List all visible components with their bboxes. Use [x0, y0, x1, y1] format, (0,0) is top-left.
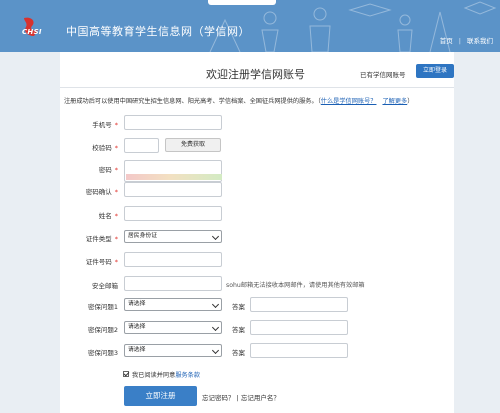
chevron-down-icon	[211, 232, 220, 241]
question1-label: 密保问题1	[87, 303, 118, 311]
code-label: 校验码 *	[92, 144, 118, 152]
agree-text: 我已阅读并同意	[132, 372, 176, 379]
email-label: 安全邮箱	[92, 282, 118, 290]
email-hint: sohu邮箱无法接收本网邮件，请使用其他有效邮箱	[226, 282, 365, 289]
login-button[interactable]: 立即登录	[416, 64, 454, 78]
agree-terms: 我已阅读并同意服务条款	[123, 370, 200, 379]
id-number-input[interactable]	[124, 252, 222, 267]
answer3-label: 答案	[232, 349, 245, 357]
question2-label: 密保问题2	[87, 326, 118, 334]
home-link[interactable]: 首页	[440, 35, 453, 45]
email-input[interactable]	[124, 276, 222, 291]
password-label: 密码 *	[98, 166, 118, 174]
logo-text: CHSI	[22, 28, 42, 36]
intro-text: 注册成功后可以使用中国研究生招生信息网、阳光高考、学信档案、全国征兵网提供的服务…	[64, 96, 413, 105]
register-button[interactable]: 立即注册	[124, 386, 197, 406]
id-type-label: 证件类型 *	[85, 235, 118, 243]
terms-link[interactable]: 服务条款	[175, 372, 200, 379]
id-type-value: 居民身份证	[128, 233, 157, 239]
get-code-button[interactable]: 免费获取	[165, 138, 221, 152]
answer1-input[interactable]	[250, 297, 348, 312]
phone-label: 手机号 *	[92, 121, 118, 129]
site-title: 中国高等教育学生信息网（学信网）	[66, 25, 250, 38]
chevron-down-icon	[211, 323, 220, 332]
id-number-label: 证件号码 *	[85, 258, 118, 266]
top-links: 首页 | 联系我们	[440, 35, 493, 45]
register-card: 欢迎注册学信网账号 已有学信网账号 立即登录 注册成功后可以使用中国研究生招生信…	[60, 52, 454, 413]
page-title: 欢迎注册学信网账号	[206, 68, 305, 81]
question1-select[interactable]: 请选择	[124, 298, 222, 311]
intro-body: 注册成功后可以使用中国研究生招生信息网、阳光高考、学信档案、全国征兵网提供的服务…	[64, 98, 321, 105]
answer1-label: 答案	[232, 303, 245, 311]
answer2-label: 答案	[232, 326, 245, 334]
name-input[interactable]	[124, 206, 222, 221]
site-header: CHSI 中国高等教育学生信息网（学信网） 首页 | 联系我们	[0, 0, 500, 52]
id-type-select[interactable]: 居民身份证	[124, 230, 222, 243]
answer3-input[interactable]	[250, 343, 348, 358]
answer2-input[interactable]	[250, 320, 348, 335]
chevron-down-icon	[211, 300, 220, 309]
agree-checkbox[interactable]	[123, 371, 129, 377]
password-input[interactable]	[124, 160, 222, 182]
phone-input[interactable]	[124, 115, 222, 130]
have-account-text: 已有学信网账号	[360, 71, 406, 79]
password-strength-bar	[126, 174, 222, 180]
what-is-account-link[interactable]: 什么是学信网账号？	[321, 98, 377, 105]
name-label: 姓名 *	[98, 212, 118, 220]
contact-link[interactable]: 联系我们	[467, 35, 493, 45]
link-separator: |	[458, 37, 461, 45]
question3-select[interactable]: 请选择	[124, 344, 222, 357]
password-confirm-input[interactable]	[124, 182, 222, 197]
divider	[60, 87, 454, 88]
intro-close: ）	[407, 98, 414, 105]
top-tab	[208, 0, 276, 5]
question2-select[interactable]: 请选择	[124, 321, 222, 334]
code-input[interactable]	[124, 138, 159, 153]
learn-more-link[interactable]: 了解更多	[382, 98, 407, 105]
question3-label: 密保问题3	[87, 349, 118, 357]
forgot-links[interactable]: 忘记密码？ | 忘记用户名？	[202, 392, 280, 402]
chevron-down-icon	[211, 346, 220, 355]
password-confirm-label: 密码确认 *	[85, 188, 118, 196]
